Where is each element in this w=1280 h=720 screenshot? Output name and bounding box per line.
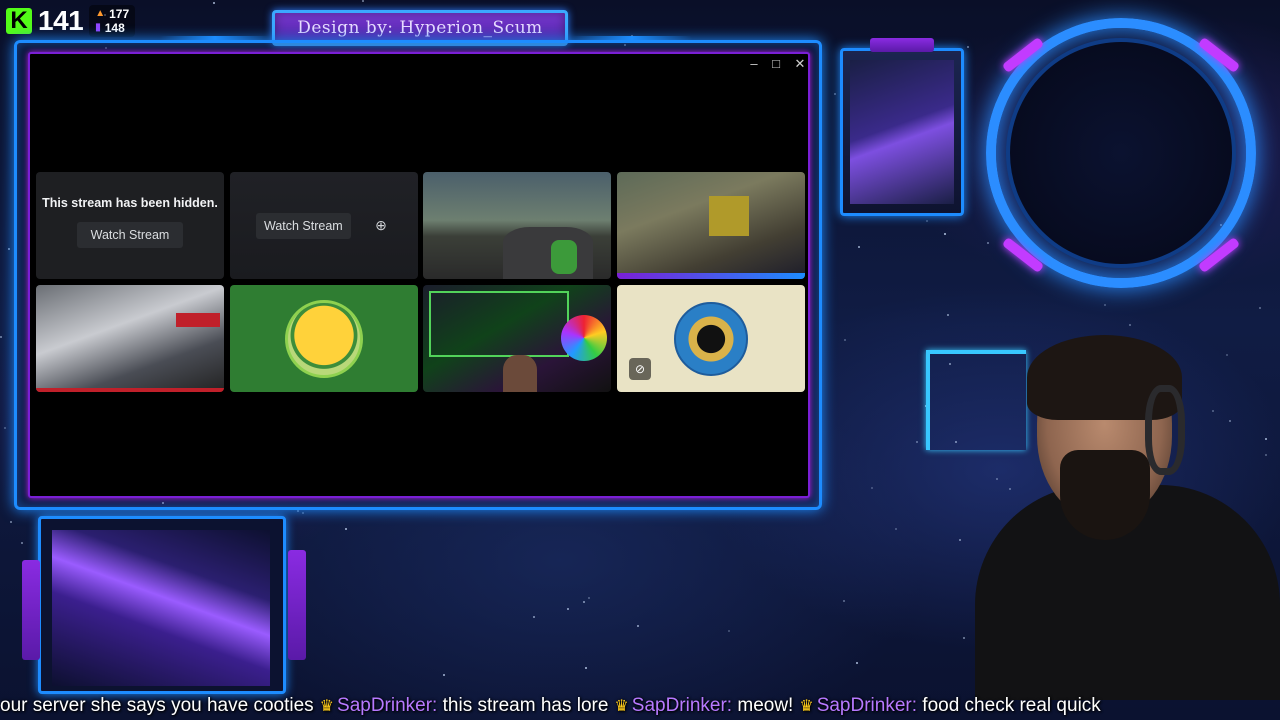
headphones [1145,385,1185,475]
star [1104,304,1106,306]
bars-icon: ▮ [95,22,101,33]
hidden-stream-tile: This stream has been hidden. Watch Strea… [36,172,224,279]
stat-a-value: 177 [109,7,130,21]
kick-logo-icon: K [6,8,32,34]
streamer-cam-tile[interactable] [423,285,611,392]
star [1259,307,1261,309]
star [362,0,364,2]
star [967,46,969,48]
frog-avatar [285,299,363,378]
ticker-username: SapDrinker: [631,695,733,716]
game-panel [429,291,569,357]
emblem-avatar-tile[interactable]: ⊘ [617,285,805,392]
star [834,93,836,95]
star [585,667,587,669]
kick-viewer-count: 141 [38,5,84,36]
color-wheel [561,315,607,361]
star [844,339,846,341]
star [959,539,961,541]
star [4,427,6,429]
stat-b-value: 148 [104,21,125,35]
star [533,616,535,618]
chat-ticker: our server she says you have cooties ♛ Sap… [0,694,1280,720]
stream-grid-window: – □ ✕ This stream has been hidden. Watch… [28,52,810,498]
star [10,521,12,523]
ticker-username: SapDrinker: [337,695,438,716]
streamer-figure [503,355,537,392]
star [871,487,873,489]
watch-stream-button[interactable]: Watch Stream [76,222,184,248]
minimize-button[interactable]: – [746,56,762,72]
stat-row-a: ▲ 177 [95,7,129,21]
stat-row-b: ▮ 148 [95,21,129,35]
live-strip [617,273,805,279]
person-icon: ▲ [95,8,106,19]
emblem-avatar [674,301,748,376]
star [895,528,897,530]
star [297,510,299,512]
star [916,441,918,443]
webcam-feed [975,335,1280,700]
streamer-figure [551,240,577,274]
side-panel-art-left [52,530,270,686]
hidden-stream-message: This stream has been hidden. [42,196,218,210]
star [21,542,23,544]
circle-frame-inner [1006,38,1236,268]
star [0,336,2,338]
ticker-message: this stream has lore [442,695,609,716]
crown-icon: ♛ [799,698,814,715]
muted-icon: ⊘ [629,358,651,380]
watch-stream-button[interactable]: Watch Stream [256,213,351,239]
crown-icon: ♛ [319,698,335,715]
office-stream-tile[interactable] [36,285,224,392]
game-stream-tile[interactable] [617,172,805,279]
star [637,625,639,627]
star [583,601,585,603]
live-strip [36,388,224,392]
blurred-stream-tile[interactable]: Watch Stream ⊕ [230,172,418,279]
star [963,637,965,639]
maximize-button[interactable]: □ [768,56,784,72]
star [567,608,569,610]
star [728,630,730,632]
ticker-message: food check real quick [922,695,1101,716]
star [8,248,10,250]
add-stream-icon[interactable]: ⊕ [370,214,392,236]
star [1129,324,1131,326]
ticker-username: SapDrinker: [816,695,918,716]
purple-tab-right [288,550,306,660]
star [345,528,347,530]
crown-icon: ♛ [614,698,629,715]
star [588,597,590,599]
star [947,314,949,316]
star [443,674,445,676]
viewer-stats: K 141 ▲ 177 ▮ 148 [6,4,136,38]
frog-avatar-tile[interactable] [230,285,418,392]
star [843,600,845,602]
platform-stats: ▲ 177 ▮ 148 [89,5,136,37]
dashboard-shape [503,227,593,279]
close-button[interactable]: ✕ [792,56,808,72]
driving-stream-tile[interactable] [423,172,611,279]
star [302,512,304,514]
star [856,662,858,664]
red-overlay-strip [176,313,220,327]
side-panel-art-right [850,60,954,204]
game-object [709,196,749,236]
star [858,246,860,248]
star [926,220,928,222]
star [944,233,946,235]
ticker-lead-text: our server she says you have cooties [0,695,314,716]
window-titlebar: – □ ✕ [30,54,808,74]
person-beard [1060,450,1150,540]
star [213,2,215,4]
ticker-message: meow! [737,695,794,716]
purple-tab-top [870,38,934,52]
purple-tab-left [22,560,40,660]
star [987,242,989,244]
